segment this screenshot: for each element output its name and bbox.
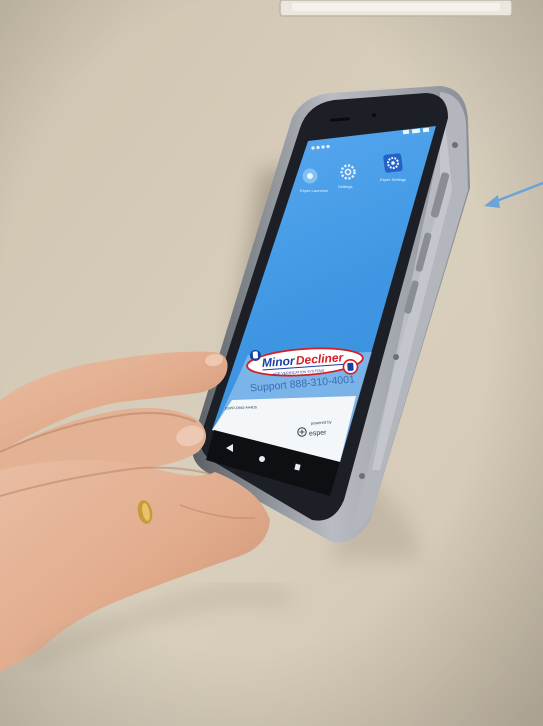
hand-stop-icon-right: [342, 359, 359, 375]
app-label-settings: Settings: [338, 184, 352, 189]
esper-wordmark: esper: [309, 429, 328, 437]
photo-scene: Esper Launcher Settings Esper Settings M…: [0, 0, 543, 726]
app-label-launcher: Esper Launcher: [300, 188, 329, 193]
app-label-esper-settings: Esper Settings: [380, 177, 406, 182]
nav-home-icon[interactable]: [259, 456, 265, 462]
wall-plate: [279, 0, 513, 17]
